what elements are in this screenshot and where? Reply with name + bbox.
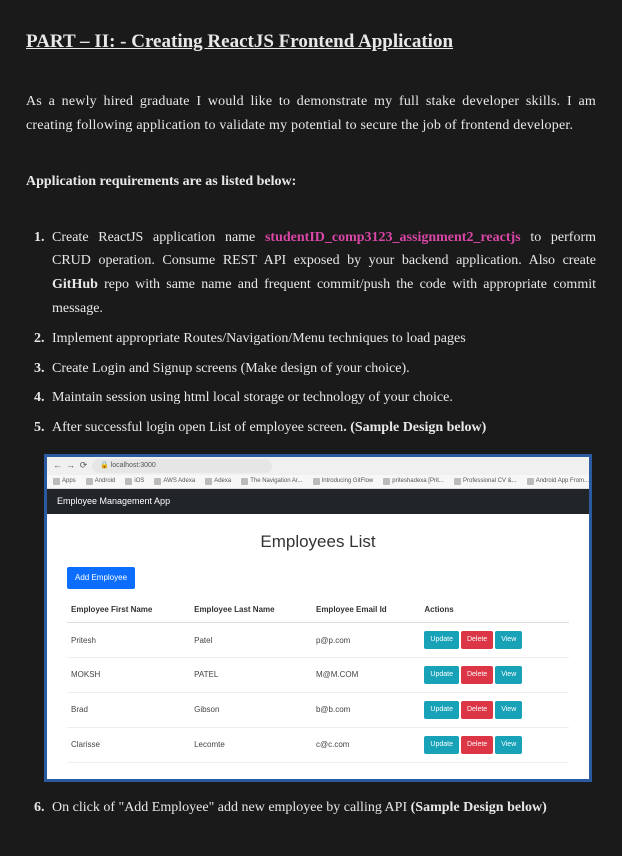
table-header: Employee First Name [67,597,190,623]
employees-list-title: Employees List [47,514,589,563]
req-item-4: Maintain session using html local storag… [48,386,596,410]
requirements-header: Application requirements are as listed b… [26,170,596,194]
table-row: MOKSHPATELM@M.COMUpdateDeleteView [67,658,569,693]
table-cell: Gibson [190,693,312,728]
section-title: PART – II: - Creating ReactJS Frontend A… [26,26,596,58]
view-button[interactable]: View [495,666,522,684]
actions-cell: UpdateDeleteView [420,658,569,693]
req5-text: After successful login open List of empl… [52,420,343,435]
bookmark-item: Professional CV &... [454,476,517,486]
req5-bold: . (Sample Design below) [343,420,486,435]
url-bar: 🔒 localhost:3000 [92,459,272,473]
table-cell: Lecomte [190,728,312,763]
employees-table: Employee First NameEmployee Last NameEmp… [67,597,569,763]
view-button[interactable]: View [495,631,522,649]
bookmark-bar: Apps Android iOS AWS Adexa Adexa The Navigati… [47,475,589,489]
actions-cell: UpdateDeleteView [420,728,569,763]
table-cell: MOKSH [67,658,190,693]
table-cell: PATEL [190,658,312,693]
delete-button[interactable]: Delete [461,701,493,719]
bookmark-item: Android App From... [527,476,589,486]
requirements-list-cont: On click of "Add Employee" add new emplo… [26,796,596,820]
req-item-5: After successful login open List of empl… [48,416,596,440]
table-cell: Pritesh [67,623,190,658]
table-row: ClarisseLecomtec@c.comUpdateDeleteView [67,728,569,763]
req6-bold: (Sample Design below) [411,800,547,815]
req1-prefix: Create ReactJS application name [52,230,265,245]
view-button[interactable]: View [495,701,522,719]
bookmark-item: Apps [53,476,76,486]
table-header: Employee Last Name [190,597,312,623]
table-cell: Clarisse [67,728,190,763]
table-cell: p@p.com [312,623,420,658]
table-header: Actions [420,597,569,623]
table-header: Employee Email Id [312,597,420,623]
table-row: PriteshPatelp@p.comUpdateDeleteView [67,623,569,658]
update-button[interactable]: Update [424,631,459,649]
req1-appname: studentID_comp3123_assignment2_reactjs [265,230,521,245]
req-item-1: Create ReactJS application name studentI… [48,226,596,321]
bookmark-item: The Navigation Ar... [241,476,302,486]
bookmark-item: Adexa [205,476,231,486]
browser-toolbar: ← → ⟳ 🔒 localhost:3000 [47,457,589,475]
table-cell: Brad [67,693,190,728]
table-cell: M@M.COM [312,658,420,693]
sample-design-screenshot: ← → ⟳ 🔒 localhost:3000 Apps Android iOS AWS… [44,454,592,782]
actions-cell: UpdateDeleteView [420,623,569,658]
view-button[interactable]: View [495,736,522,754]
delete-button[interactable]: Delete [461,631,493,649]
add-employee-button[interactable]: Add Employee [67,567,135,589]
delete-button[interactable]: Delete [461,736,493,754]
req-item-2: Implement appropriate Routes/Navigation/… [48,327,596,351]
requirements-list: Create ReactJS application name studentI… [26,226,596,440]
nav-reload-icon: ⟳ [79,462,88,471]
actions-cell: UpdateDeleteView [420,693,569,728]
table-row: BradGibsonb@b.comUpdateDeleteView [67,693,569,728]
bookmark-item: Introducing GitFlow [313,476,374,486]
req-item-6: On click of "Add Employee" add new emplo… [48,796,596,820]
table-cell: b@b.com [312,693,420,728]
bookmark-item: iOS [125,476,144,486]
req1-suffix: repo with same name and frequent commit/… [52,277,596,316]
app-header: Employee Management App [47,489,589,514]
bookmark-item: AWS Adexa [154,476,195,486]
bookmark-item: priteshadexa [Prit... [383,476,444,486]
url-text: localhost:3000 [111,462,156,469]
bookmark-item: Android [86,476,116,486]
intro-paragraph: As a newly hired graduate I would like t… [26,90,596,138]
update-button[interactable]: Update [424,701,459,719]
table-cell: c@c.com [312,728,420,763]
delete-button[interactable]: Delete [461,666,493,684]
nav-fwd-icon: → [66,462,75,471]
nav-back-icon: ← [53,462,62,471]
table-cell: Patel [190,623,312,658]
req6-text: On click of "Add Employee" add new emplo… [52,800,411,815]
update-button[interactable]: Update [424,666,459,684]
req1-github: GitHub [52,277,98,292]
update-button[interactable]: Update [424,736,459,754]
req-item-3: Create Login and Signup screens (Make de… [48,357,596,381]
